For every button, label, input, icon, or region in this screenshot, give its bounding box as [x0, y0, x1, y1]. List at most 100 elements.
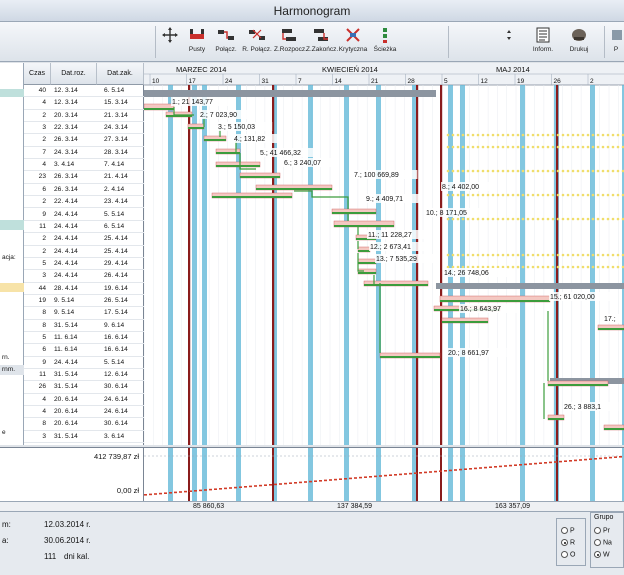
radio-button[interactable] — [561, 551, 568, 558]
table-row[interactable]: 2 22. 4.14 23. 4.14 — [24, 196, 144, 209]
duration-cell: 8 — [42, 420, 46, 428]
table-row[interactable]: 11 31. 5.14 12. 6.14 — [24, 369, 144, 382]
slack-dot — [596, 193, 600, 197]
cost-curve-segment — [259, 484, 262, 487]
table-row[interactable]: 8 20. 6.14 30. 6.14 — [24, 418, 144, 431]
finish-dependency-button[interactable]: Z.Zakończ. — [306, 24, 338, 60]
bar-empty-icon — [188, 26, 206, 44]
table-row[interactable]: 4 3. 4.14 7. 4.14 — [24, 159, 144, 172]
radio-option-o[interactable]: O — [561, 551, 575, 558]
weekend-band — [376, 85, 381, 445]
table-row[interactable]: 3 24. 4.14 26. 4.14 — [24, 270, 144, 283]
radio-button[interactable] — [594, 551, 601, 558]
print-button[interactable]: Drukuj — [564, 24, 594, 60]
table-row[interactable]: 4 20. 6.14 24. 6.14 — [24, 406, 144, 419]
slack-dot — [506, 217, 510, 221]
radio-option-na[interactable]: Na — [594, 539, 612, 546]
gantt-chart[interactable]: MARZEC 2014 KWIECIEŃ 2014 MAJ 2014 10 17 24 31… — [144, 63, 624, 445]
table-row[interactable]: 5 24. 4.14 29. 4.14 — [24, 258, 144, 271]
unlink-button[interactable]: R. Połącz. — [242, 24, 272, 60]
slack-dot — [536, 133, 540, 137]
table-row[interactable]: 23 26. 3.14 21. 4.14 — [24, 171, 144, 184]
day-tick-label: 5 — [444, 78, 448, 85]
critical-button[interactable]: Krytyczna — [338, 24, 368, 60]
slack-dot — [571, 169, 575, 173]
weekend-band — [460, 85, 465, 445]
table-row[interactable]: 6 11. 6.14 16. 6.14 — [24, 344, 144, 357]
cost-curve-segment — [349, 477, 352, 480]
cost-curve-segment — [564, 460, 567, 462]
radio-button[interactable] — [561, 539, 568, 546]
slack-dot — [571, 217, 575, 221]
slack-dot — [606, 265, 610, 269]
radio-button[interactable] — [561, 527, 568, 534]
path-button[interactable]: Ścieżka — [370, 24, 400, 60]
slack-dot — [546, 133, 550, 137]
up-down-button[interactable] — [500, 24, 516, 60]
table-row[interactable]: 4 20. 6.14 24. 6.14 — [24, 394, 144, 407]
cost-curve-segment — [414, 472, 417, 474]
table-row[interactable]: 7 24. 3.14 28. 3.14 — [24, 147, 144, 160]
table-row[interactable]: 26 31. 5.14 30. 6.14 — [24, 381, 144, 394]
table-row[interactable]: 9 24. 4.14 5. 5.14 — [24, 357, 144, 370]
column-header-duration[interactable]: Czas — [24, 63, 51, 85]
start-date-cell: 22. 3.14 — [54, 124, 78, 132]
task-cost-label: 20.; 8 661,97 — [448, 350, 489, 357]
info-button[interactable]: Inform. — [528, 24, 558, 60]
table-row[interactable]: 2 20. 3.14 21. 3.14 — [24, 110, 144, 123]
slack-dot — [616, 253, 620, 257]
link-button[interactable]: Połącz. — [212, 24, 240, 60]
slack-dot — [596, 217, 600, 221]
radio-button[interactable] — [594, 539, 601, 546]
table-row[interactable]: 19 9. 5.14 26. 5.14 — [24, 295, 144, 308]
radio-option-pr[interactable]: Pr — [594, 527, 610, 534]
table-row[interactable]: 4 12. 3.14 15. 3.14 — [24, 97, 144, 110]
radio-option-w[interactable]: W — [594, 551, 610, 558]
milestone-line — [416, 85, 419, 445]
table-row[interactable]: 9 24. 4.14 5. 5.14 — [24, 209, 144, 221]
slack-dot — [531, 253, 535, 257]
radio-button[interactable] — [594, 527, 601, 534]
radio-option-r[interactable]: R — [561, 539, 575, 546]
slack-dot — [501, 265, 505, 269]
cost-curve-segment — [159, 492, 162, 495]
task-progress — [598, 328, 624, 330]
end-date-cell: 16. 6.14 — [104, 334, 128, 341]
duration-cell: 4 — [42, 395, 46, 403]
table-row[interactable]: 3 31. 5.14 3. 6.14 — [24, 431, 144, 444]
column-header-start-date[interactable]: Dat.roz. — [51, 63, 97, 85]
slack-dot — [521, 193, 525, 197]
slack-dot — [601, 133, 605, 137]
slack-dot — [581, 169, 585, 173]
table-row[interactable]: 40 12. 3.14 6. 5.14 — [24, 85, 144, 98]
table-row[interactable]: 2 26. 3.14 27. 3.14 — [24, 134, 144, 147]
table-row[interactable]: 11 24. 4.14 6. 5.14 — [24, 221, 144, 234]
slack-dot — [486, 133, 490, 137]
table-row[interactable]: 5 11. 6.14 16. 6.14 — [24, 332, 144, 345]
table-row[interactable]: 2 24. 4.14 25. 4.14 — [24, 233, 144, 246]
table-row[interactable]: 8 9. 5.14 17. 5.14 — [24, 307, 144, 320]
slack-dot — [446, 265, 450, 269]
slack-dot — [461, 217, 465, 221]
move-button[interactable] — [160, 24, 180, 60]
task-progress — [358, 262, 376, 264]
table-row[interactable]: 2 24. 4.14 25. 4.14 — [24, 246, 144, 258]
start-dependency-button[interactable]: Z.Rozpocz. — [274, 24, 307, 60]
extra-button[interactable]: P — [608, 24, 624, 60]
radio-option-p[interactable]: P — [561, 527, 575, 534]
slack-dot — [476, 169, 480, 173]
cost-curve-segment — [164, 492, 167, 494]
table-row[interactable]: 44 28. 4.14 19. 6.14 — [24, 283, 144, 295]
column-header-end-date[interactable]: Dat.zak. — [97, 63, 144, 85]
table-row[interactable]: 3 22. 3.14 24. 3.14 — [24, 122, 144, 135]
slack-dot — [606, 169, 610, 173]
empty-bar-button[interactable]: Pusty — [184, 24, 210, 60]
cost-curve-segment — [579, 459, 582, 461]
slack-dot — [611, 193, 615, 197]
slack-dot — [586, 253, 590, 257]
slack-dot — [541, 193, 545, 197]
duration-days-value: 111 — [44, 552, 57, 561]
table-row[interactable]: 8 31. 5.14 9. 6.14 — [24, 320, 144, 332]
slack-dot — [586, 217, 590, 221]
table-row[interactable]: 6 26. 3.14 2. 4.14 — [24, 184, 144, 197]
